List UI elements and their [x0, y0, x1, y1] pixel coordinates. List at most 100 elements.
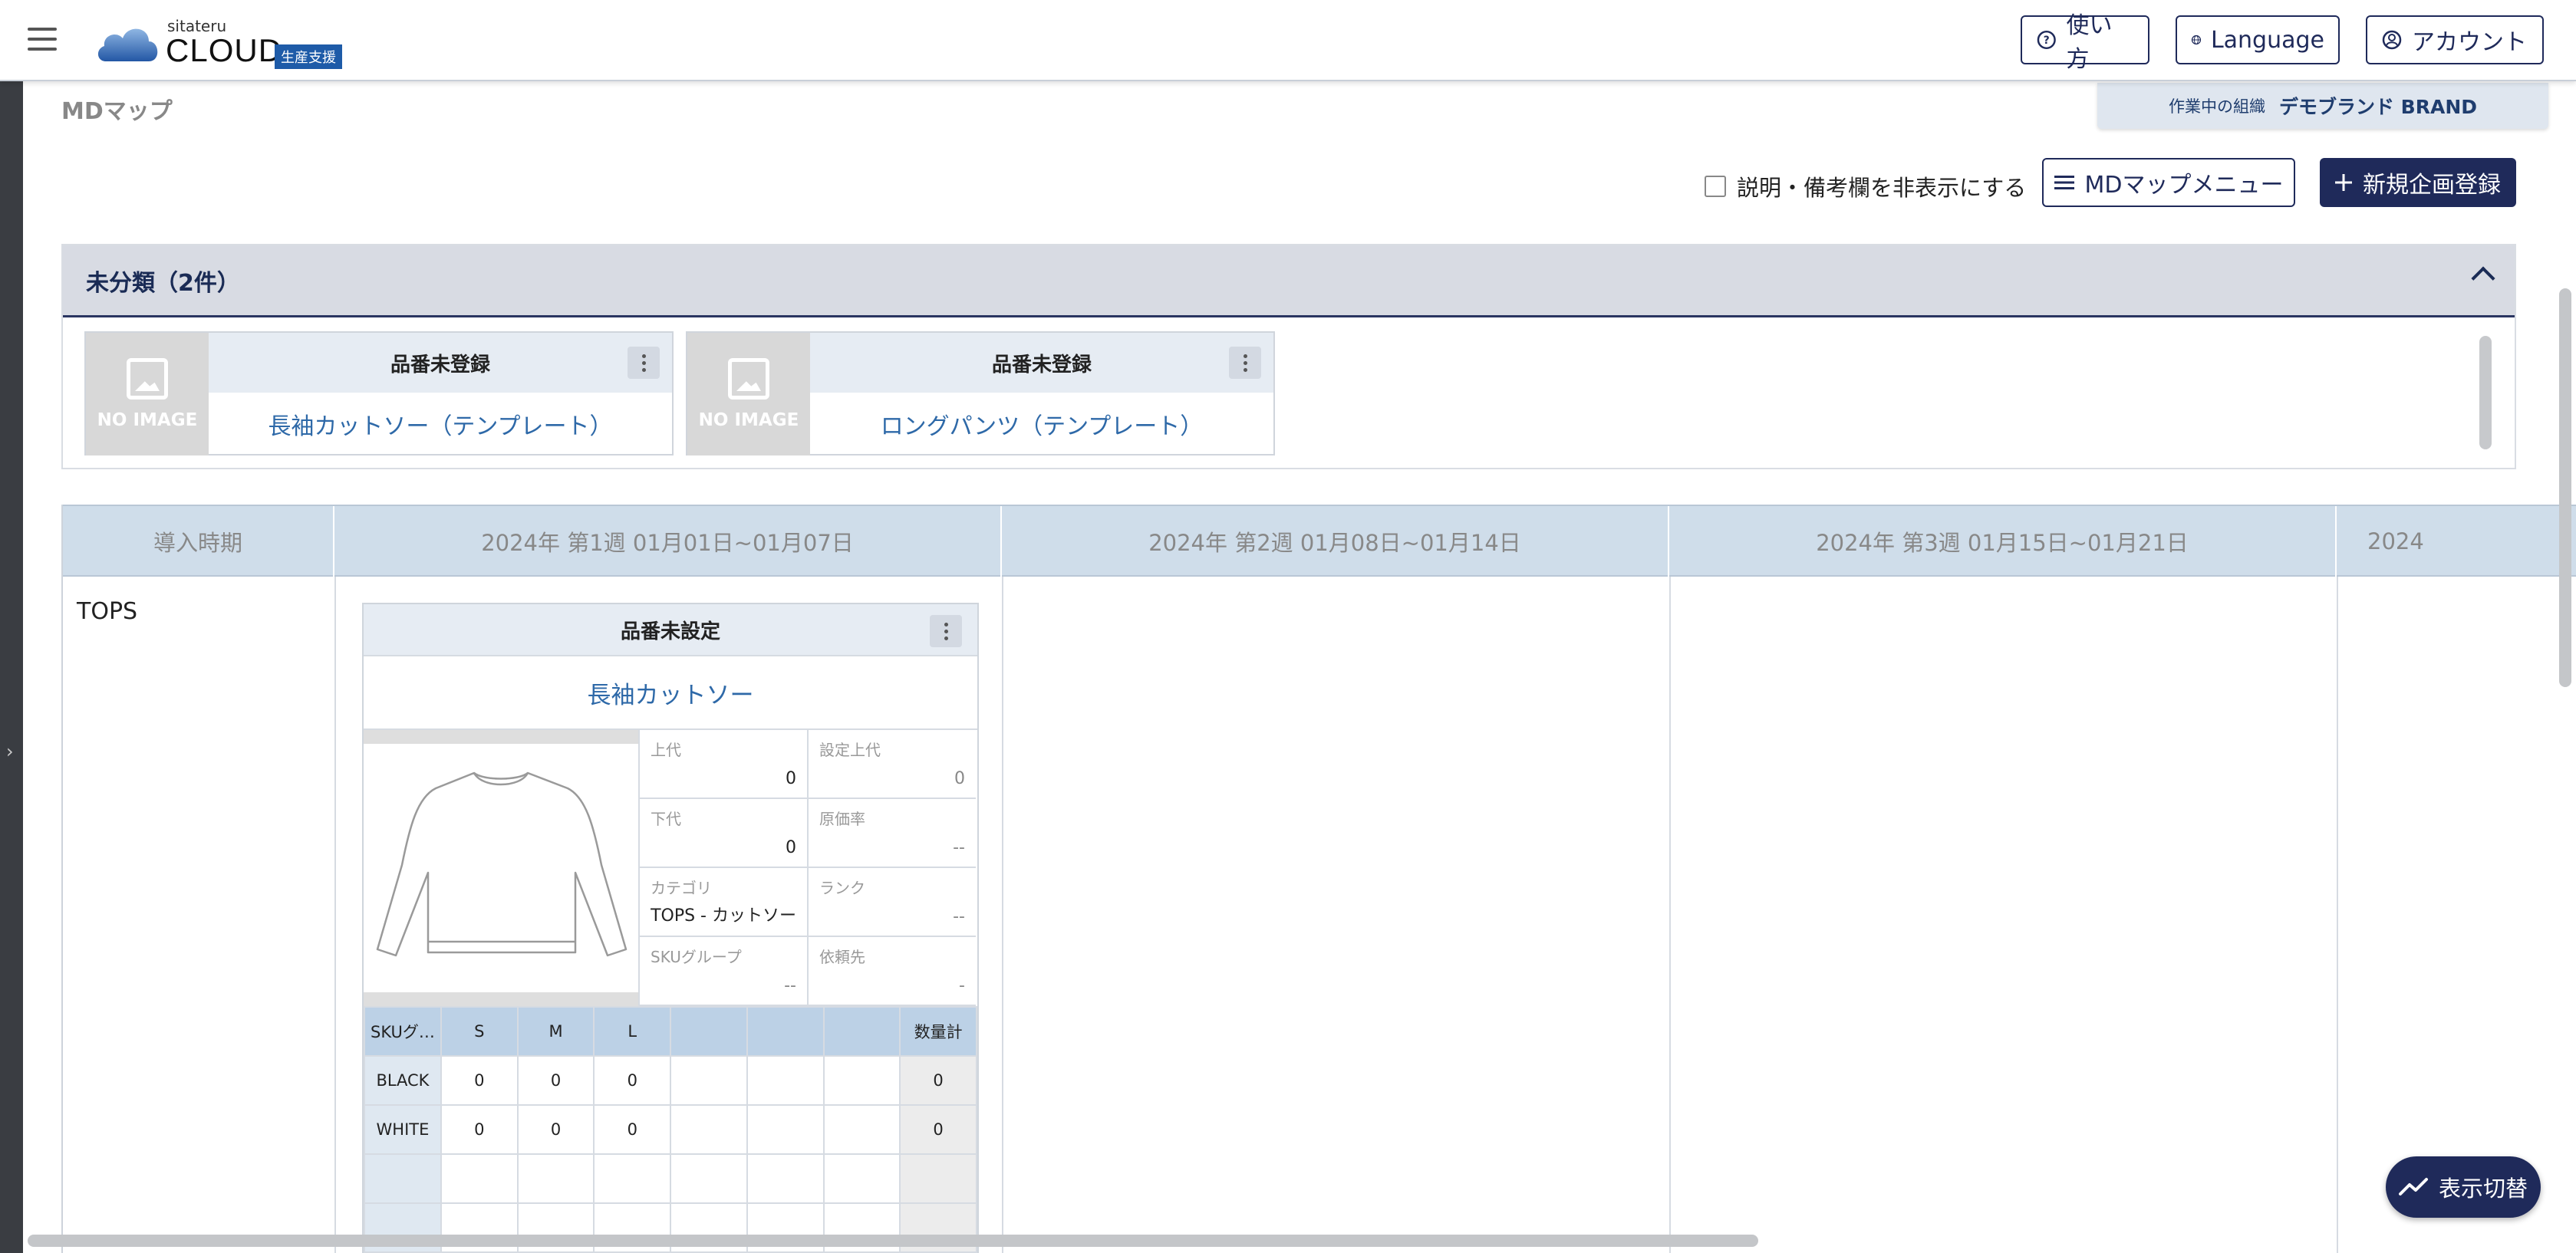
unclassified-panel: 未分類（2件） NO IMAGE 品番未登録 長袖カットソー（テンプレート） N…: [61, 244, 2516, 469]
unclassified-header[interactable]: 未分類（2件）: [63, 245, 2515, 317]
sku-color: WHITE: [364, 1104, 442, 1155]
md-map-menu-label: MDマップメニュー: [2084, 172, 2284, 199]
sku-qty-cell[interactable]: [670, 1104, 748, 1155]
attr-rank: ランク --: [807, 868, 976, 937]
globe-icon: [2191, 35, 2202, 45]
period-column-header: 導入時期: [63, 506, 334, 577]
schedule-grid: 導入時期 2024年 第1週 01月01日~01月07日 2024年 第2週 0…: [61, 505, 2576, 1253]
long-sleeve-shirt-icon: [376, 771, 628, 957]
sku-qty-cell[interactable]: 0: [440, 1104, 519, 1155]
card-product-name[interactable]: 長袖カットソー（テンプレート）: [209, 393, 672, 455]
new-plan-button[interactable]: 新規企画登録: [2320, 158, 2516, 207]
panel-scrollbar[interactable]: [2479, 336, 2492, 449]
sku-qty-cell[interactable]: [670, 1153, 748, 1204]
chevron-right-icon[interactable]: ›: [6, 741, 14, 762]
sku-row: WHITE 0 0 0 0: [364, 1104, 977, 1155]
chevron-up-icon[interactable]: [2471, 266, 2495, 291]
no-image-placeholder: NO IMAGE: [86, 333, 209, 455]
attr-sku-group: SKUグループ --: [638, 937, 807, 1006]
checkbox-box[interactable]: [1705, 176, 1726, 197]
help-circle-icon: ?: [2037, 30, 2056, 50]
hamburger-menu-icon[interactable]: [28, 28, 57, 51]
column-divider: [334, 577, 336, 1253]
sidebar-collapsed[interactable]: ›: [0, 81, 23, 1253]
sku-qty-cell[interactable]: [822, 1055, 901, 1106]
sku-qty-cell[interactable]: 0: [593, 1055, 672, 1106]
attr-cost-rate: 原価率 --: [807, 799, 976, 868]
sku-total-cell: [899, 1153, 977, 1204]
hide-notes-checkbox[interactable]: 説明・備考欄を非表示にする: [1705, 170, 2026, 202]
sku-qty-cell[interactable]: [746, 1055, 825, 1106]
card-header: 品番未登録: [810, 333, 1273, 393]
sku-row: BLACK 0 0 0 0: [364, 1055, 977, 1106]
sku-qty-cell[interactable]: [746, 1104, 825, 1155]
account-button[interactable]: アカウント: [2366, 15, 2544, 64]
column-divider: [1669, 577, 1671, 1253]
product-name[interactable]: 長袖カットソー: [364, 656, 977, 730]
logo-badge: 生産支援: [275, 44, 342, 69]
app-root: sitateru CLOUD 生産支援 ? 使い方 Language アカウント…: [0, 0, 2576, 1253]
toggle-view-label: 表示切替: [2438, 1176, 2528, 1202]
language-label: Language: [2210, 26, 2324, 54]
sku-qty-cell[interactable]: [822, 1153, 901, 1204]
org-label: 作業中の組織: [2168, 97, 2265, 116]
more-vertical-icon[interactable]: [1229, 347, 1261, 379]
sku-qty-cell[interactable]: [593, 1153, 672, 1204]
current-organization-tab[interactable]: 作業中の組織 デモブランド BRAND: [2097, 83, 2548, 129]
no-image-text: NO IMAGE: [97, 410, 198, 430]
list-menu-icon: [2054, 176, 2074, 189]
product-card-header: 品番未設定: [364, 604, 977, 656]
attr-vendor: 依頼先 -: [807, 937, 976, 1006]
svg-text:?: ?: [2044, 35, 2050, 47]
sku-qty-cell[interactable]: [440, 1153, 519, 1204]
sku-qty-cell[interactable]: [670, 1055, 748, 1106]
size-header: M: [516, 1006, 595, 1057]
week-column-header: 2024年 第3週 01月15日~01月21日: [1669, 506, 2337, 577]
horizontal-scrollbar[interactable]: [28, 1235, 1758, 1247]
help-label: 使い方: [2066, 12, 2113, 73]
cloud-logo-icon: [97, 28, 158, 61]
sku-qty-cell[interactable]: 0: [440, 1055, 519, 1106]
week-column-header: 2024年 第2週 01月08日~01月14日: [1002, 506, 1669, 577]
vertical-scrollbar[interactable]: [2559, 288, 2571, 687]
sku-qty-cell[interactable]: 0: [516, 1104, 595, 1155]
language-button[interactable]: Language: [2176, 15, 2340, 64]
toggle-view-button[interactable]: 表示切替: [2386, 1156, 2541, 1218]
week-column-header: 2024年 第1週 01月01日~01月07日: [334, 506, 1002, 577]
more-vertical-icon[interactable]: [930, 615, 962, 647]
sku-qty-cell[interactable]: 0: [516, 1055, 595, 1106]
md-map-menu-button[interactable]: MDマップメニュー: [2042, 158, 2295, 207]
sku-qty-cell[interactable]: 0: [593, 1104, 672, 1155]
sku-total-cell: 0: [899, 1055, 977, 1106]
sku-header-row: SKUグ… S M L 数量計: [364, 1006, 977, 1057]
image-placeholder-icon: [127, 358, 168, 400]
hide-notes-label: 説明・備考欄を非表示にする: [1737, 175, 2027, 201]
sku-qty-cell[interactable]: [516, 1153, 595, 1204]
help-button[interactable]: ? 使い方: [2021, 12, 2149, 73]
top-header: sitateru CLOUD 生産支援 ? 使い方 Language アカウント: [0, 0, 2576, 81]
plus-icon: [2335, 174, 2352, 191]
page-title: MDマップ: [61, 98, 173, 125]
unclassified-title: 未分類（2件）: [86, 269, 240, 297]
unclassified-card[interactable]: NO IMAGE 品番未登録 長袖カットソー（テンプレート）: [84, 331, 674, 455]
sku-qty-cell[interactable]: [746, 1153, 825, 1204]
more-vertical-icon[interactable]: [628, 347, 660, 379]
size-header: [822, 1006, 901, 1057]
card-product-name[interactable]: ロングパンツ（テンプレート）: [810, 393, 1273, 455]
attr-category: カテゴリ TOPS - カットソー: [638, 868, 807, 937]
no-image-text: NO IMAGE: [698, 410, 799, 430]
sku-qty-cell[interactable]: [822, 1104, 901, 1155]
product-card[interactable]: 品番未設定 長袖カットソー 上代 0 設定上代 0 下代 0 原価率 -- カテ…: [362, 603, 979, 1253]
account-circle-icon: [2382, 30, 2402, 50]
attr-set-upper-price: 設定上代 0: [807, 730, 976, 799]
attr-lower-price: 下代 0: [638, 799, 807, 868]
week-column-header: 2024: [2337, 506, 2576, 577]
sku-row-empty: [364, 1153, 977, 1204]
size-header: S: [440, 1006, 519, 1057]
no-image-placeholder: NO IMAGE: [687, 333, 810, 455]
size-header: L: [593, 1006, 672, 1057]
sku-total-cell: 0: [899, 1104, 977, 1155]
unclassified-card[interactable]: NO IMAGE 品番未登録 ロングパンツ（テンプレート）: [686, 331, 1275, 455]
total-header: 数量計: [899, 1006, 977, 1057]
app-logo[interactable]: sitateru CLOUD 生産支援: [95, 15, 356, 69]
